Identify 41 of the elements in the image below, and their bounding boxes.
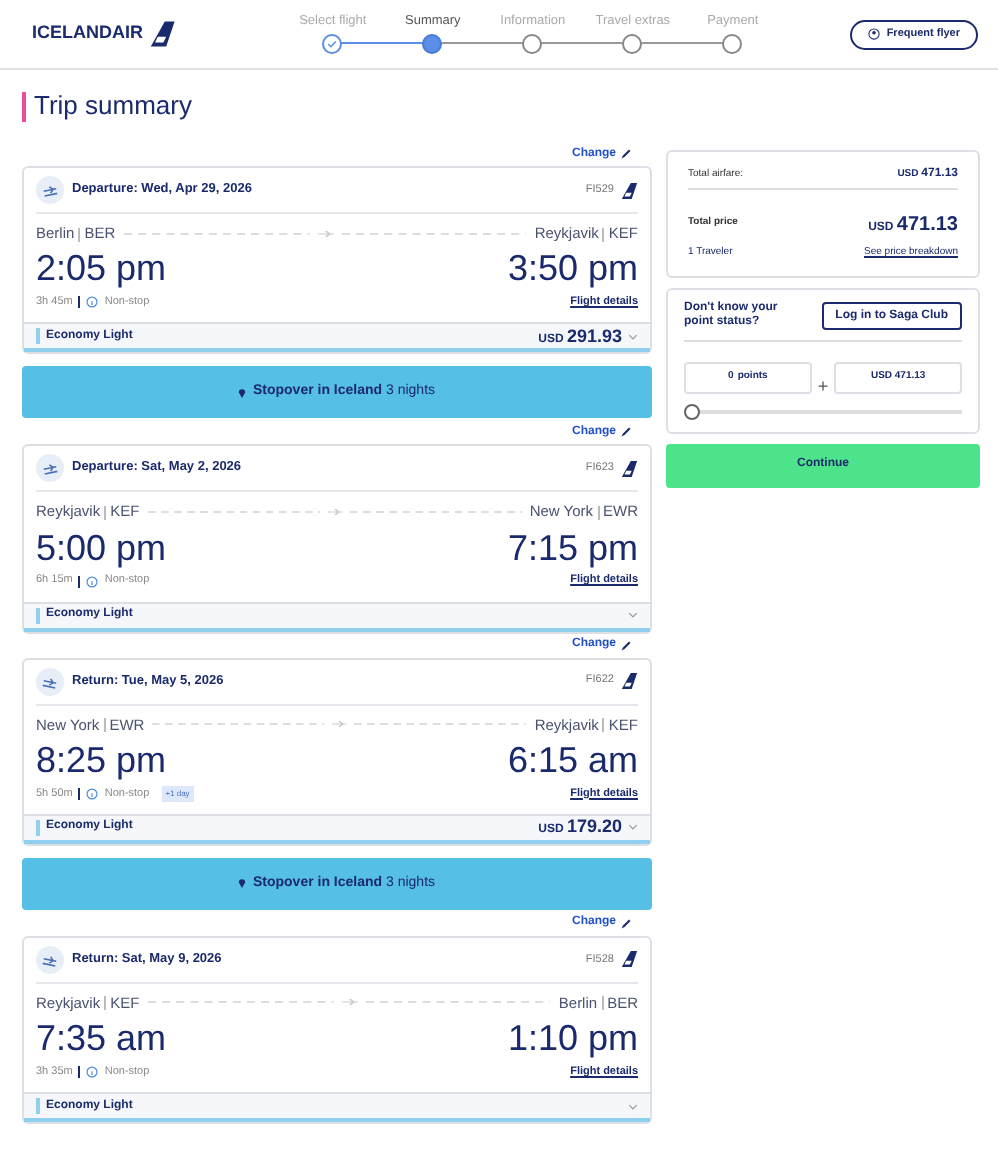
pencil-icon: [620, 917, 632, 930]
pencil-icon: [620, 426, 632, 439]
step-indicator[interactable]: [322, 33, 343, 54]
tail-logo-icon: [620, 950, 638, 969]
pin-icon: [238, 387, 247, 398]
info-icon: [86, 296, 99, 309]
departure-time: 7:35 am: [36, 1016, 167, 1062]
pencil-icon: [620, 639, 632, 651]
step-indicator[interactable]: [622, 33, 643, 54]
pencil-icon: [620, 148, 632, 160]
tail-logo-icon: [620, 459, 638, 478]
expand-caret-icon[interactable]: [628, 1101, 638, 1111]
step-indicator[interactable]: [422, 33, 443, 54]
info-icon: [86, 787, 99, 800]
expand-caret-icon[interactable]: [628, 610, 638, 620]
plus-sign: +: [817, 374, 829, 400]
arrival-time: 1:10 pm: [507, 1016, 638, 1062]
info-icon: [86, 1066, 99, 1078]
route-line-icon: [147, 507, 522, 516]
arrival-time: 7:15 pm: [507, 525, 638, 571]
tail-logo-icon: [147, 20, 175, 48]
expand-caret-icon[interactable]: [628, 331, 638, 342]
route-line-icon: [152, 720, 527, 729]
step-indicator[interactable]: [722, 33, 743, 54]
user-icon: [868, 28, 881, 40]
departure-time: 5:00 pm: [36, 525, 167, 571]
step-indicator[interactable]: [522, 33, 543, 54]
page-title: Trip summary: [34, 88, 192, 125]
route-line-icon: [147, 998, 551, 1007]
info-icon: [86, 575, 99, 587]
brand-logo: ICELANDAIR: [32, 20, 143, 47]
arrival-time: 3:50 pm: [507, 246, 638, 293]
slider-thumb[interactable]: [684, 403, 700, 419]
pin-icon: [238, 878, 247, 889]
tail-logo-icon: [620, 672, 638, 690]
arrival-time: 6:15 am: [507, 737, 638, 784]
departure-time: 8:25 pm: [36, 737, 167, 784]
departure-time: 2:05 pm: [36, 246, 167, 293]
tail-logo-icon: [620, 181, 638, 199]
expand-caret-icon[interactable]: [628, 822, 638, 833]
route-line-icon: [123, 229, 527, 238]
